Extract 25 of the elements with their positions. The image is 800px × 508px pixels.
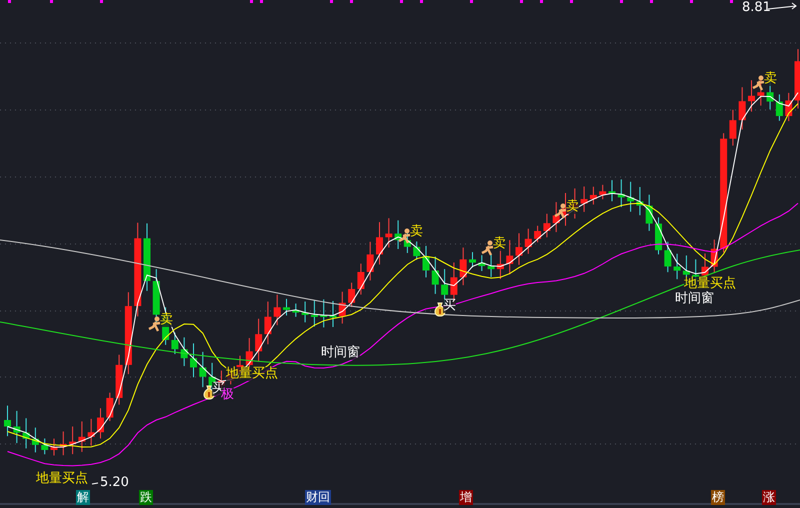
event-tag: 增: [459, 490, 473, 505]
event-tag: 榜: [711, 490, 725, 505]
running-figure-icon: [752, 75, 766, 91]
event-tag: 财回: [305, 490, 331, 505]
sell-signal-label: 卖: [160, 313, 173, 327]
event-tag: 跌: [139, 490, 153, 505]
price-low-label: 5.20: [100, 476, 129, 490]
buy-signal-label: 买: [443, 299, 456, 313]
low-volume-buy-label: 地量买点: [36, 472, 88, 486]
low-volume-buy-label: 地量买点: [226, 367, 278, 381]
event-tag: 涨: [762, 490, 776, 505]
price-high-label: 8.81: [742, 1, 771, 15]
low-volume-buy-label: 地量买点: [684, 277, 736, 291]
sell-signal-label: 卖: [764, 72, 777, 86]
sell-signal-label: 卖: [493, 237, 506, 251]
leader-line: [92, 482, 98, 484]
running-figure-icon: [554, 203, 568, 219]
running-figure-icon: [398, 228, 412, 244]
running-figure-icon: [148, 316, 162, 332]
time-window-label: 时间窗: [321, 346, 360, 360]
event-tag: 解: [76, 490, 90, 505]
sell-signal-label: 卖: [566, 200, 579, 214]
time-window-label: 时间窗: [675, 292, 714, 306]
sell-signal-label: 卖: [410, 225, 423, 239]
running-figure-icon: [481, 240, 495, 256]
